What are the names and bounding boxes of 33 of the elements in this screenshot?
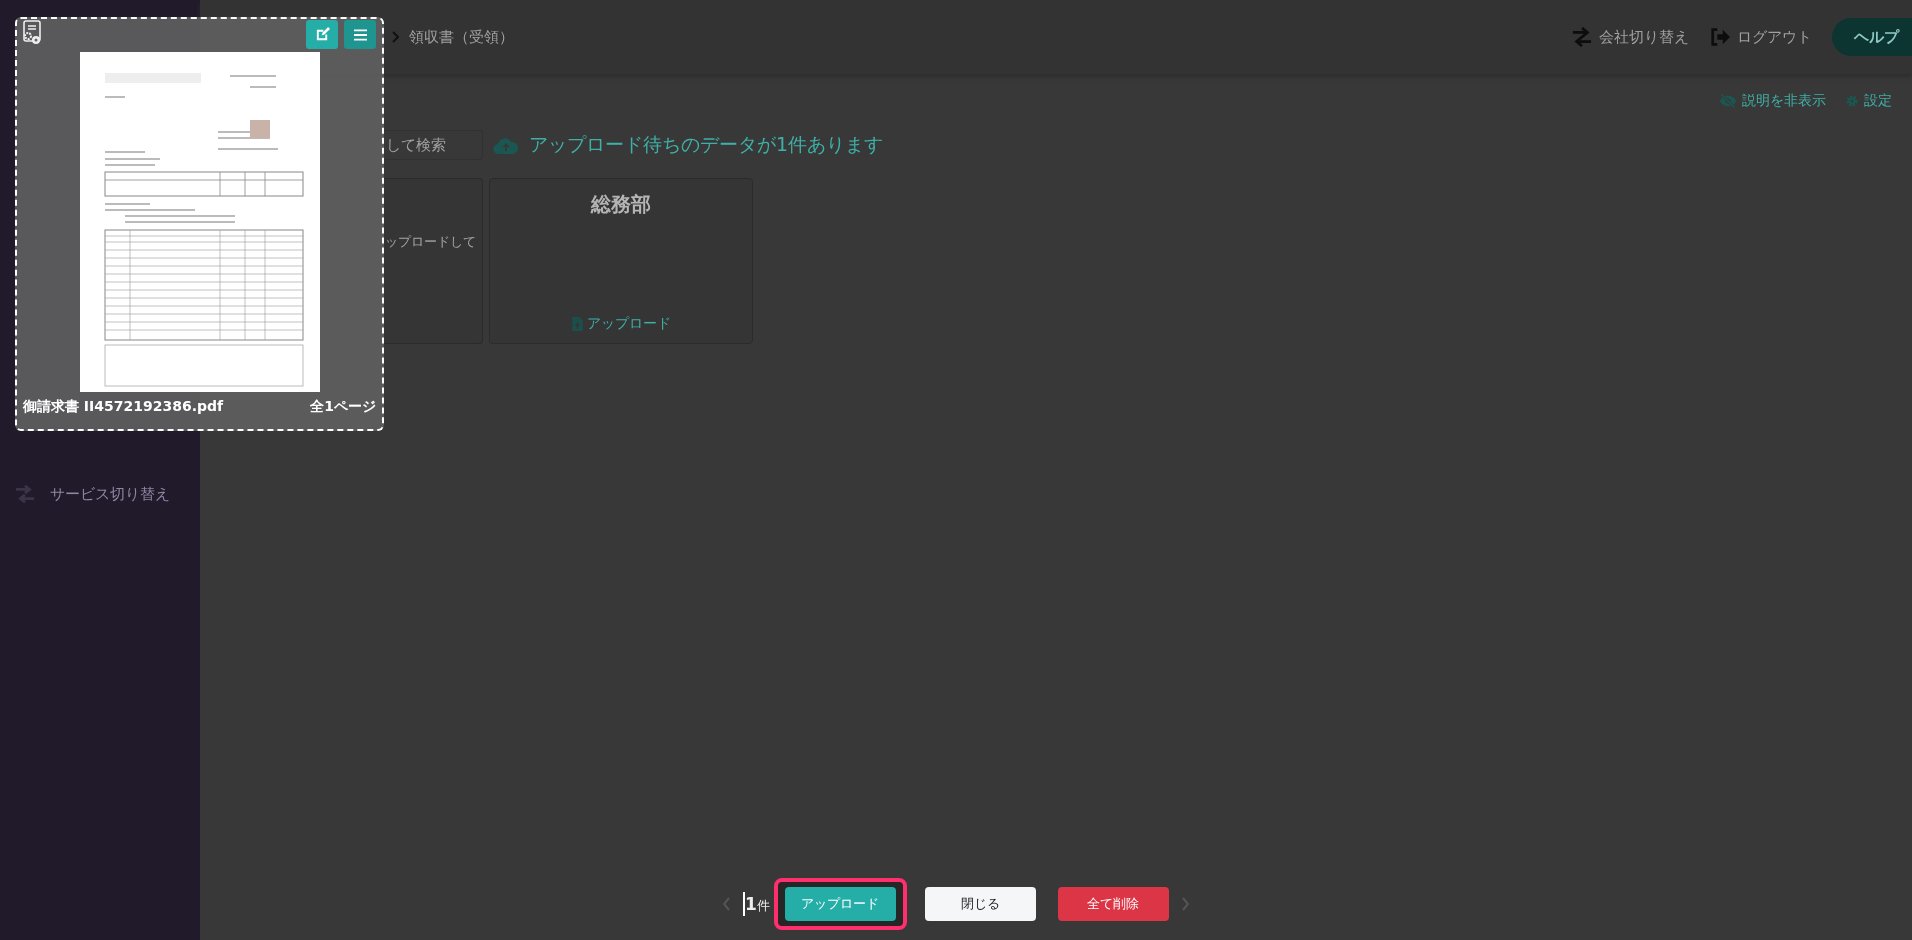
company-switch-link[interactable]: 会社切り替え: [1599, 27, 1689, 47]
department-name: 総務部: [591, 191, 651, 218]
menu-button[interactable]: [344, 20, 376, 49]
edit-button[interactable]: [306, 20, 338, 49]
file-name: 御請求書 II4572192386.pdf: [23, 398, 224, 416]
hide-description-link[interactable]: 説明を非表示: [1742, 92, 1826, 110]
help-button[interactable]: ヘルプ: [1832, 18, 1912, 56]
breadcrumb-item: 領収書（受領）: [409, 27, 514, 47]
logout-icon: [1709, 27, 1731, 47]
menu-icon: [353, 28, 367, 41]
eye-slash-icon: [1719, 93, 1737, 109]
item-count: 1件: [745, 893, 770, 915]
text-cursor: [743, 892, 746, 916]
file-upload-icon: [571, 317, 583, 331]
sidebar-item[interactable]: サービス切り替え: [50, 484, 170, 504]
cloud-upload-icon: [493, 135, 519, 155]
close-button[interactable]: 閉じる: [924, 887, 1036, 921]
delete-all-button[interactable]: 全て削除: [1057, 887, 1169, 921]
logout-link[interactable]: ログアウト: [1737, 27, 1812, 47]
card-instruction-text: ップロードして: [385, 233, 476, 251]
pending-upload-notice: アップロード待ちのデータが1件あります: [529, 132, 884, 157]
swap-arrows-icon: [1571, 27, 1593, 47]
chevron-right-icon: [391, 31, 399, 43]
page-count: 全1ページ: [310, 398, 376, 416]
settings-link[interactable]: 設定: [1864, 92, 1892, 110]
document-gear-icon: [21, 20, 43, 46]
upload-button[interactable]: アップロード: [784, 887, 896, 921]
chevron-right-icon[interactable]: [1180, 897, 1189, 911]
search-field[interactable]: して検索: [384, 130, 483, 160]
upload-link[interactable]: アップロード: [586, 315, 671, 333]
chevron-left-icon[interactable]: [723, 897, 732, 911]
gear-icon: [1845, 94, 1859, 108]
swap-arrows-icon: [14, 484, 36, 504]
